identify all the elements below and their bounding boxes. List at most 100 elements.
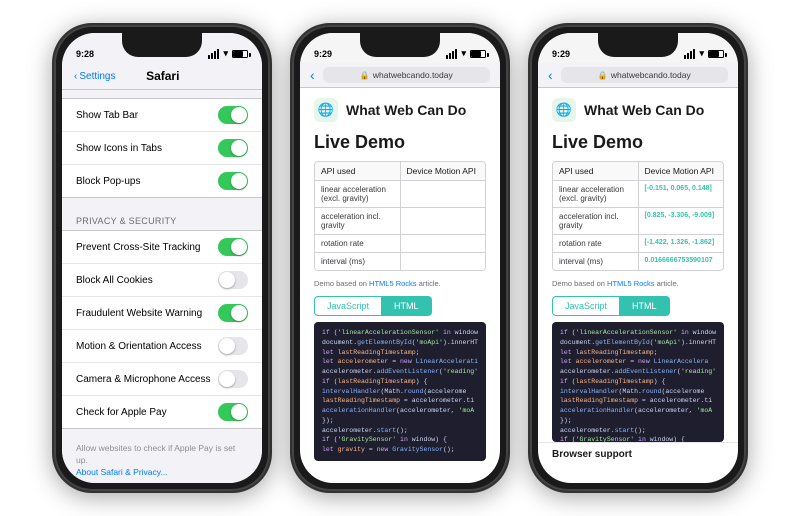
code-line: accelerometer.start(); bbox=[560, 426, 716, 436]
row-label: interval (ms) bbox=[553, 253, 639, 270]
code-line: let accelerometer = new LinearAccelera bbox=[560, 357, 716, 367]
setting-fraudulent-warning: Fraudulent Website Warning bbox=[62, 297, 262, 330]
browser-nav-2: ‹ 🔒 whatwebcando.today bbox=[300, 63, 500, 88]
setting-label: Motion & Orientation Access bbox=[76, 341, 218, 352]
url-bar-2[interactable]: 🔒 whatwebcando.today bbox=[323, 67, 490, 83]
row-label: rotation rate bbox=[315, 235, 401, 252]
battery-icon-2 bbox=[470, 50, 486, 58]
setting-block-popups: Block Pop-ups bbox=[62, 165, 262, 197]
row-label: acceleration incl. gravity bbox=[553, 208, 639, 234]
time-1: 9:28 bbox=[76, 49, 94, 59]
url-bar-3[interactable]: 🔒 whatwebcando.today bbox=[561, 67, 728, 83]
code-line: if ('linearAccelerationSensor' in window… bbox=[560, 328, 716, 338]
browser-nav-3: ‹ 🔒 whatwebcando.today bbox=[538, 63, 738, 88]
code-line: if (lastReadingTimestamp) { bbox=[322, 377, 478, 387]
settings-group-privacy: Prevent Cross-Site Tracking Block All Co… bbox=[62, 230, 262, 429]
browser-back-btn-3[interactable]: ‹ bbox=[548, 67, 553, 83]
code-block-3: if ('linearAccelerationSensor' in window… bbox=[552, 322, 724, 442]
setting-motion-access: Motion & Orientation Access bbox=[62, 330, 262, 363]
setting-label: Block Pop-ups bbox=[76, 176, 218, 187]
settings-group-general: Show Tab Bar Show Icons in Tabs Block Po… bbox=[62, 98, 262, 198]
code-line: let accelerometer = new LinearAccelerati… bbox=[322, 357, 478, 367]
code-line: intervalHandler(Math.round(accelerome bbox=[322, 387, 478, 397]
setting-label: Block All Cookies bbox=[76, 275, 218, 286]
lock-icon-2: 🔒 bbox=[360, 71, 370, 80]
url-text-2: whatwebcando.today bbox=[373, 70, 453, 80]
phone-2: 9:29 ▾ ‹ 🔒 whatwebcando.today bbox=[290, 23, 510, 493]
code-line: let lastReadingTimestamp; bbox=[560, 348, 716, 358]
back-to-settings[interactable]: ‹ Settings bbox=[74, 71, 115, 82]
setting-block-cookies: Block All Cookies bbox=[62, 264, 262, 297]
row-value: 0.016666675359010​7 bbox=[639, 253, 724, 270]
page-header-2: 🌐 What Web Can Do bbox=[300, 88, 500, 128]
setting-label: Fraudulent Website Warning bbox=[76, 308, 218, 319]
api-footer-note-3: Demo based on HTML5 Rocks article. bbox=[552, 279, 724, 288]
setting-label: Show Tab Bar bbox=[76, 110, 218, 121]
toggle-motion-access[interactable] bbox=[218, 337, 248, 355]
toggle-apple-pay[interactable] bbox=[218, 403, 248, 421]
toggle-block-cookies[interactable] bbox=[218, 271, 248, 289]
table-row: linear acceleration (excl. gravity) bbox=[315, 181, 485, 208]
toggle-fraudulent-warning[interactable] bbox=[218, 304, 248, 322]
privacy-header: PRIVACY & SECURITY bbox=[62, 208, 262, 230]
table-row: linear acceleration (excl. gravity) [-0.… bbox=[553, 181, 723, 208]
code-line: document.getElementById('moApi').innerHT… bbox=[322, 338, 478, 348]
code-line: accelerometer.addEventListener('reading'… bbox=[322, 367, 478, 377]
tab-javascript-3[interactable]: JavaScript bbox=[552, 296, 620, 316]
setting-camera-access: Camera & Microphone Access bbox=[62, 363, 262, 396]
setting-cross-site: Prevent Cross-Site Tracking bbox=[62, 231, 262, 264]
row-value bbox=[401, 208, 486, 234]
html5rocks-link-3[interactable]: HTML5 Rocks bbox=[607, 279, 655, 288]
code-line: intervalHandler(Math.round(accelerome bbox=[560, 387, 716, 397]
row-value bbox=[401, 181, 486, 207]
tab-html-3[interactable]: HTML bbox=[620, 296, 670, 316]
wifi-icon-2: ▾ bbox=[461, 48, 466, 59]
row-label: interval (ms) bbox=[315, 253, 401, 270]
tab-javascript-2[interactable]: JavaScript bbox=[314, 296, 382, 316]
browser-support-bar: Browser support bbox=[538, 442, 738, 460]
api-table-header-3: API used Device Motion API bbox=[553, 162, 723, 181]
code-tabs-3: JavaScript HTML bbox=[552, 296, 724, 316]
row-value: [-1.422, 1.326, -1.862] bbox=[639, 235, 724, 252]
api-col2-header-3: Device Motion API bbox=[639, 162, 724, 180]
about-safari-link[interactable]: About Safari & Privacy... bbox=[76, 467, 168, 477]
api-col1-header-3: API used bbox=[553, 162, 639, 180]
toggle-block-popups[interactable] bbox=[218, 172, 248, 190]
back-label: Settings bbox=[79, 71, 115, 82]
page-header-3: 🌐 What Web Can Do bbox=[538, 88, 738, 128]
time-3: 9:29 bbox=[552, 49, 570, 59]
toggle-cross-site[interactable] bbox=[218, 238, 248, 256]
wifi-icon-1: ▾ bbox=[223, 48, 228, 59]
setting-label: Check for Apple Pay bbox=[76, 407, 218, 418]
browser-back-btn-2[interactable]: ‹ bbox=[310, 67, 315, 83]
code-line: lastReadingTimestamp = accelerometer.ti bbox=[560, 396, 716, 406]
url-text-3: whatwebcando.today bbox=[611, 70, 691, 80]
setting-apple-pay: Check for Apple Pay bbox=[62, 396, 262, 428]
tab-html-2[interactable]: HTML bbox=[382, 296, 432, 316]
notch-1 bbox=[122, 33, 202, 57]
table-row: acceleration incl. gravity [0.825, -3.30… bbox=[553, 208, 723, 235]
live-demo-title-3: Live Demo bbox=[538, 128, 738, 161]
wifi-icon-3: ▾ bbox=[699, 48, 704, 59]
code-line: let gravity = new GravitySensor(); bbox=[322, 445, 478, 455]
toggle-show-icons[interactable] bbox=[218, 139, 248, 157]
row-label: acceleration incl. gravity bbox=[315, 208, 401, 234]
api-table-2: API used Device Motion API linear accele… bbox=[314, 161, 486, 271]
toggle-camera-access[interactable] bbox=[218, 370, 248, 388]
setting-show-icons: Show Icons in Tabs bbox=[62, 132, 262, 165]
html5rocks-link-2[interactable]: HTML5 Rocks bbox=[369, 279, 417, 288]
table-row: rotation rate [-1.422, 1.326, -1.862] bbox=[553, 235, 723, 253]
page-icon-3: 🌐 bbox=[552, 98, 576, 122]
battery-icon-3 bbox=[708, 50, 724, 58]
code-line: accelerometer.start(); bbox=[322, 426, 478, 436]
code-line: if (lastReadingTimestamp) { bbox=[560, 377, 716, 387]
api-footer-note-2: Demo based on HTML5 Rocks article. bbox=[314, 279, 486, 288]
phone-1: 9:28 ▾ ‹ Settings Safari bbox=[52, 23, 272, 493]
row-value bbox=[401, 253, 486, 270]
code-tabs-2: JavaScript HTML bbox=[314, 296, 486, 316]
settings-list: Show Tab Bar Show Icons in Tabs Block Po… bbox=[62, 90, 262, 483]
page-title-3: What Web Can Do bbox=[584, 102, 704, 118]
code-line: if ('linearAccelerationSensor' in window… bbox=[322, 328, 478, 338]
lock-icon-3: 🔒 bbox=[598, 71, 608, 80]
toggle-show-tab-bar[interactable] bbox=[218, 106, 248, 124]
